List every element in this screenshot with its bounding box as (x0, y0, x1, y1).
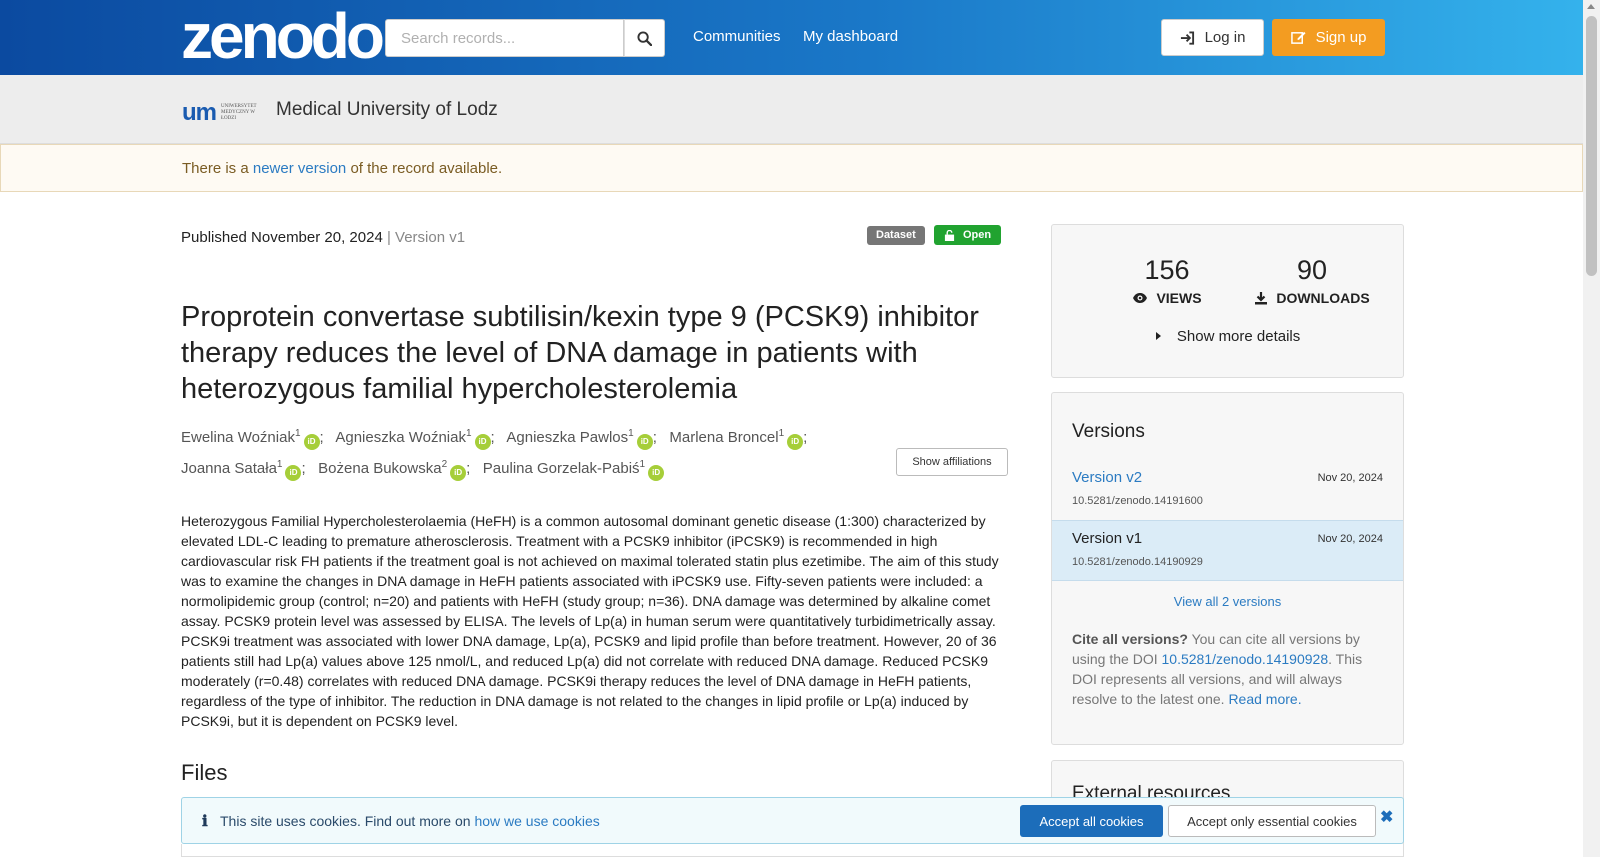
abstract: Heterozygous Familial Hypercholesterolae… (181, 513, 999, 729)
files-box (181, 844, 1404, 857)
accept-essential-cookies-button[interactable]: Accept only essential cookies (1168, 805, 1376, 837)
show-more-details-label: Show more details (1176, 328, 1301, 345)
orcid-icon[interactable]: iD (474, 434, 491, 450)
community-logo-text: UNIWERSYTET MEDYCZNY W ŁODZI (221, 104, 257, 121)
downloads-count: 90 (1296, 255, 1328, 285)
unlock-icon (944, 229, 955, 241)
caret-right-icon (1155, 332, 1161, 340)
concept-doi-link[interactable]: 10.5281/zenodo.14190928 (1162, 651, 1329, 667)
downloads-label: DOWNLOADS (1276, 290, 1370, 306)
versions-heading: Versions (1072, 421, 1145, 442)
search-bar (385, 19, 665, 57)
views-count: 156 (1144, 255, 1190, 285)
creator[interactable]: Paulina Gorzelak-Pabiś1iD (483, 459, 665, 481)
creator[interactable]: Agnieszka Woźniak1iD (335, 428, 491, 450)
version-doi: 10.5281/zenodo.14190929 (1072, 556, 1203, 568)
creator[interactable]: Ewelina Woźniak1iD (181, 428, 320, 450)
views-label: VIEWS (1156, 290, 1202, 306)
community-logo[interactable]: um UNIWERSYTET MEDYCZNY W ŁODZI (182, 99, 261, 127)
top-navbar: zenodo Communities My dashboard Log in S… (0, 0, 1583, 75)
edit-icon (1290, 31, 1306, 44)
creator[interactable]: Joanna Satała1iD (181, 459, 302, 481)
orcid-icon[interactable]: iD (787, 434, 804, 450)
creator[interactable]: Agnieszka Pawlos1iD (506, 428, 653, 450)
version-item[interactable]: Version v2 Nov 20, 2024 10.5281/zenodo.1… (1052, 460, 1403, 521)
orcid-icon[interactable]: iD (450, 465, 467, 481)
signup-button[interactable]: Sign up (1272, 19, 1385, 56)
version-link[interactable]: Version v2 (1072, 469, 1142, 486)
cite-all-versions: Cite all versions? You can cite all vers… (1072, 629, 1387, 709)
show-affiliations-button[interactable]: Show affiliations (896, 448, 1008, 476)
publication-info: Published November 20, 2024 | Version v1 (181, 229, 465, 246)
search-input[interactable] (385, 19, 624, 57)
close-icon[interactable]: ✖ (1380, 807, 1393, 827)
cite-heading: Cite all versions? (1072, 631, 1188, 647)
views-stat: 156 VIEWS (1112, 255, 1222, 306)
creator[interactable]: Marlena Broncel1iD (669, 428, 804, 450)
newer-version-notice: There is a newer version of the record a… (0, 144, 1583, 192)
scrollbar-thumb[interactable] (1586, 16, 1597, 276)
version-item-current[interactable]: Version v1 Nov 20, 2024 10.5281/zenodo.1… (1052, 520, 1403, 581)
access-badge: Open (934, 225, 1002, 245)
published-date: Published November 20, 2024 (181, 229, 383, 246)
version-link[interactable]: Version v1 (1072, 530, 1142, 547)
zenodo-logo[interactable]: zenodo (181, 4, 385, 68)
accept-all-cookies-button[interactable]: Accept all cookies (1020, 805, 1163, 837)
version-doi: 10.5281/zenodo.14191600 (1072, 495, 1203, 507)
search-icon (637, 30, 652, 46)
creator[interactable]: Bożena Bukowska2iD (318, 459, 467, 481)
login-label: Log in (1204, 29, 1246, 46)
notice-suffix: of the record available. (350, 160, 503, 177)
orcid-icon[interactable]: iD (285, 465, 302, 481)
version-date: Nov 20, 2024 (1317, 472, 1383, 484)
scroll-up-icon[interactable] (1587, 4, 1595, 9)
search-button[interactable] (624, 19, 665, 57)
downloads-stat: 90 DOWNLOADS (1242, 255, 1382, 306)
versions-card: Versions Version v2 Nov 20, 2024 10.5281… (1051, 392, 1404, 745)
community-logo-mark: um (182, 99, 217, 126)
version-label: | Version v1 (386, 229, 466, 246)
stats-card: 156 VIEWS 90 DOWNLOADS Show more details (1051, 224, 1404, 378)
cookie-text: This site uses cookies. Find out more on (220, 813, 471, 829)
nav-my-dashboard[interactable]: My dashboard (803, 28, 898, 45)
files-heading: Files (181, 760, 228, 785)
orcid-icon[interactable]: iD (636, 434, 653, 450)
cookie-policy-link[interactable]: how we use cookies (474, 813, 599, 829)
community-name[interactable]: Medical University of Lodz (276, 99, 498, 121)
scrollbar[interactable] (1583, 0, 1600, 857)
read-more-link[interactable]: Read more. (1228, 691, 1301, 707)
orcid-icon[interactable]: iD (303, 434, 320, 450)
view-all-versions-link[interactable]: View all 2 versions (1052, 594, 1403, 609)
cookie-banner: ℹ This site uses cookies. Find out more … (181, 797, 1404, 844)
access-label: Open (963, 229, 992, 241)
eye-icon (1133, 293, 1148, 303)
login-button[interactable]: Log in (1161, 19, 1264, 56)
sign-in-icon (1180, 30, 1194, 45)
orcid-icon[interactable]: iD (648, 465, 665, 481)
show-more-details-toggle[interactable]: Show more details (1052, 328, 1403, 345)
signup-label: Sign up (1315, 29, 1367, 46)
info-icon: ℹ (202, 813, 208, 830)
record-title: Proprotein convertase subtilisin/kexin t… (181, 301, 979, 405)
creators-list: Ewelina Woźniak1iD; Agnieszka Woźniak1iD… (181, 420, 831, 482)
newer-version-link[interactable]: newer version (253, 160, 346, 177)
download-icon (1255, 292, 1268, 305)
notice-prefix: There is a (182, 160, 249, 177)
version-date: Nov 20, 2024 (1317, 533, 1383, 545)
community-header: um UNIWERSYTET MEDYCZNY W ŁODZI Medical … (0, 75, 1583, 144)
resource-type-badge: Dataset (867, 226, 925, 245)
nav-communities[interactable]: Communities (693, 28, 781, 45)
